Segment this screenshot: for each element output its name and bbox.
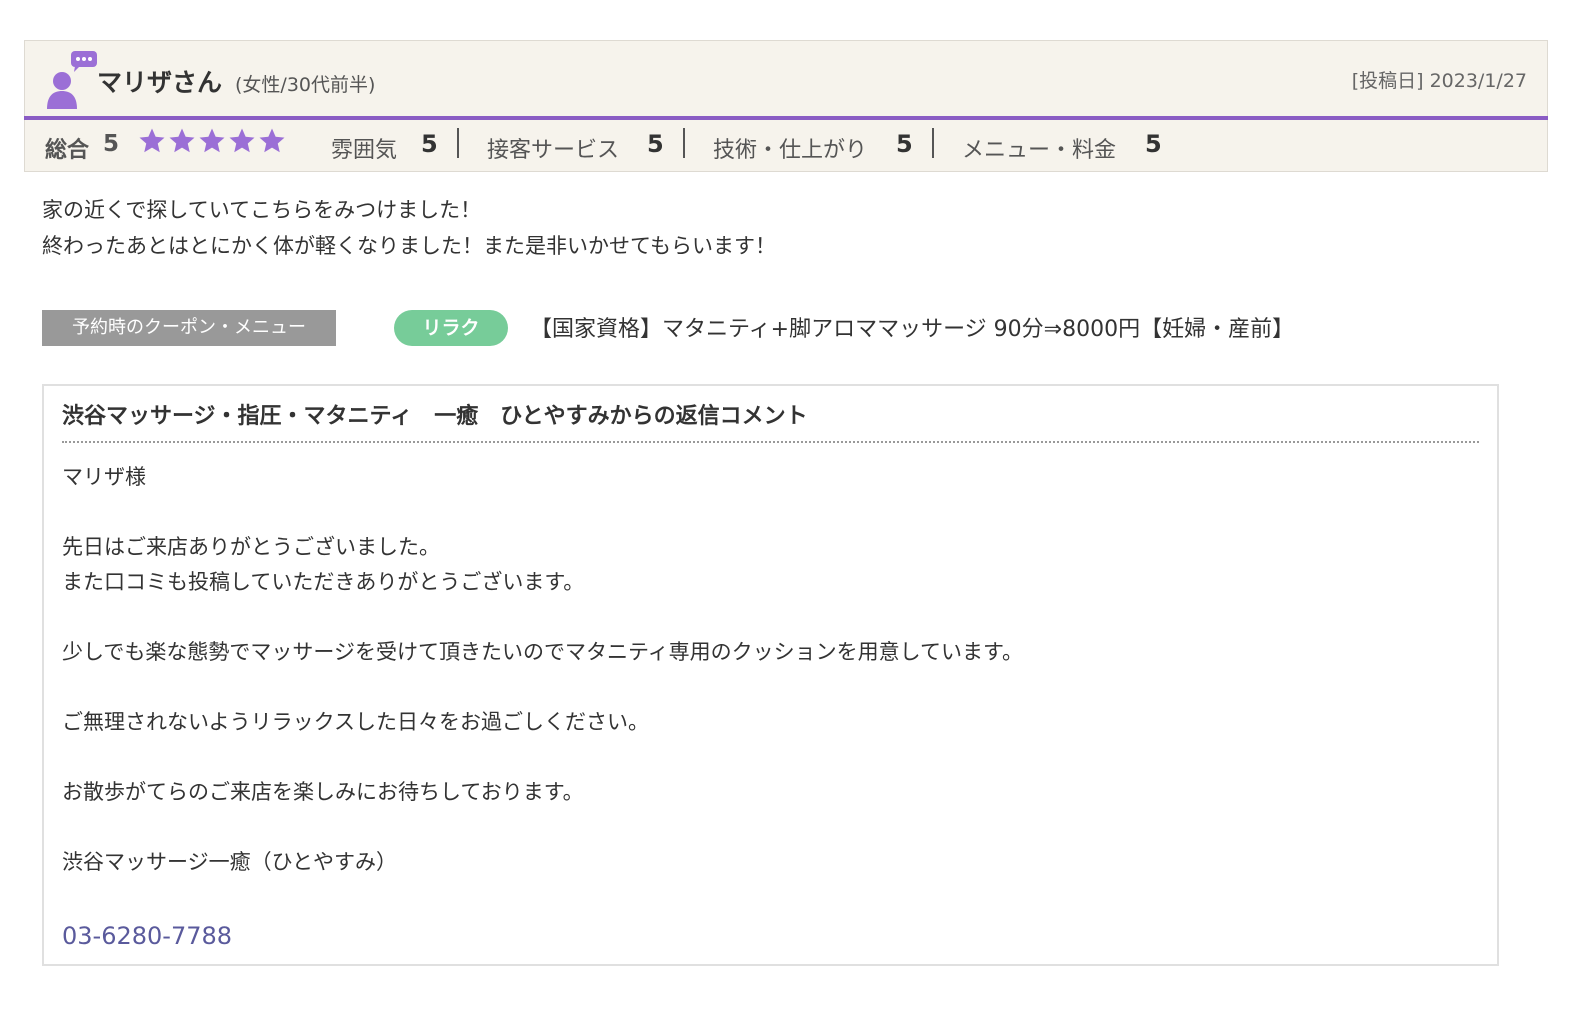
category-label-menu-price: メニュー・料金 (962, 138, 1117, 163)
category-label-technique: 技術・仕上がり (713, 138, 868, 163)
category-badge: リラク (394, 310, 508, 346)
category-score-atmosphere: 5 (421, 130, 438, 158)
reply-blank-line (62, 740, 1023, 775)
rating-bar: 総合 5 雰囲気 5 接客サービス 5 技術・仕上がり 5 メニュー・料金 5 (24, 120, 1548, 172)
category-separator (683, 128, 685, 158)
review-header: マリザさん (女性/30代前半) [投稿日] 2023/1/27 (24, 40, 1548, 116)
review-body: 家の近くで探していてこちらをみつけました！ 終わったあとはとにかく体が軽くなりまし… (42, 192, 776, 264)
reviewer-name: マリザさん (97, 68, 223, 97)
review-body-line: 終わったあとはとにかく体が軽くなりました！また是非いかせてもらいます！ (42, 234, 776, 258)
category-label-service: 接客サービス (487, 138, 620, 163)
star-icon (229, 128, 255, 153)
star-icon (259, 128, 285, 153)
coupon-menu-name[interactable]: 【国家資格】マタニティ+脚アロママッサージ 90分⇒8000円【妊婦・産前】 (530, 311, 1294, 343)
reply-blank-line (62, 600, 1023, 635)
reply-line: 少しでも楽な態勢でマッサージを受けて頂きたいのでマタニティ専用のクッションを用意… (62, 640, 1023, 664)
category-score-technique: 5 (896, 130, 913, 158)
overall-label: 総合 (45, 138, 90, 163)
reply-line: ご無理されないようリラックスした日々をお過ごしください。 (62, 710, 649, 734)
reply-title: 渋谷マッサージ・指圧・マタニティ 一癒 ひとやすみからの返信コメント (62, 404, 808, 429)
category-score-menu-price: 5 (1145, 130, 1162, 158)
reply-line: お散歩がてらのご来店を楽しみにお待ちしております。 (62, 780, 584, 804)
reviewer-attributes: (女性/30代前半) (235, 74, 376, 96)
reply-line: 先日はご来店ありがとうございました。 (62, 535, 440, 559)
category-score-service: 5 (647, 130, 664, 158)
category-separator (932, 128, 934, 158)
user-avatar-icon (47, 51, 97, 109)
phone-number-link[interactable]: 03-6280-7788 (62, 922, 232, 950)
review-body-line: 家の近くで探していてこちらをみつけました！ (42, 198, 482, 222)
post-date: [投稿日] 2023/1/27 (1351, 70, 1527, 92)
reply-line: 渋谷マッサージ一癒（ひとやすみ） (62, 850, 397, 874)
star-icon (139, 128, 165, 153)
star-icon (169, 128, 195, 153)
star-rating (137, 126, 287, 156)
star-icon (199, 128, 225, 153)
coupon-label: 予約時のクーポン・メニュー (42, 310, 336, 346)
dotted-divider (62, 441, 1479, 443)
reply-blank-line (62, 495, 1023, 530)
category-separator (457, 128, 459, 158)
salon-reply-box: 渋谷マッサージ・指圧・マタニティ 一癒 ひとやすみからの返信コメント マリザ様先… (42, 384, 1499, 966)
reply-text: マリザ様先日はご来店ありがとうございました。また口コミも投稿していただきありがと… (62, 460, 1023, 880)
reply-blank-line (62, 670, 1023, 705)
reply-line: また口コミも投稿していただきありがとうございます。 (62, 570, 585, 594)
reply-blank-line (62, 810, 1023, 845)
reply-line: マリザ様 (62, 465, 146, 489)
category-label-atmosphere: 雰囲気 (331, 138, 398, 163)
overall-score: 5 (103, 131, 120, 157)
